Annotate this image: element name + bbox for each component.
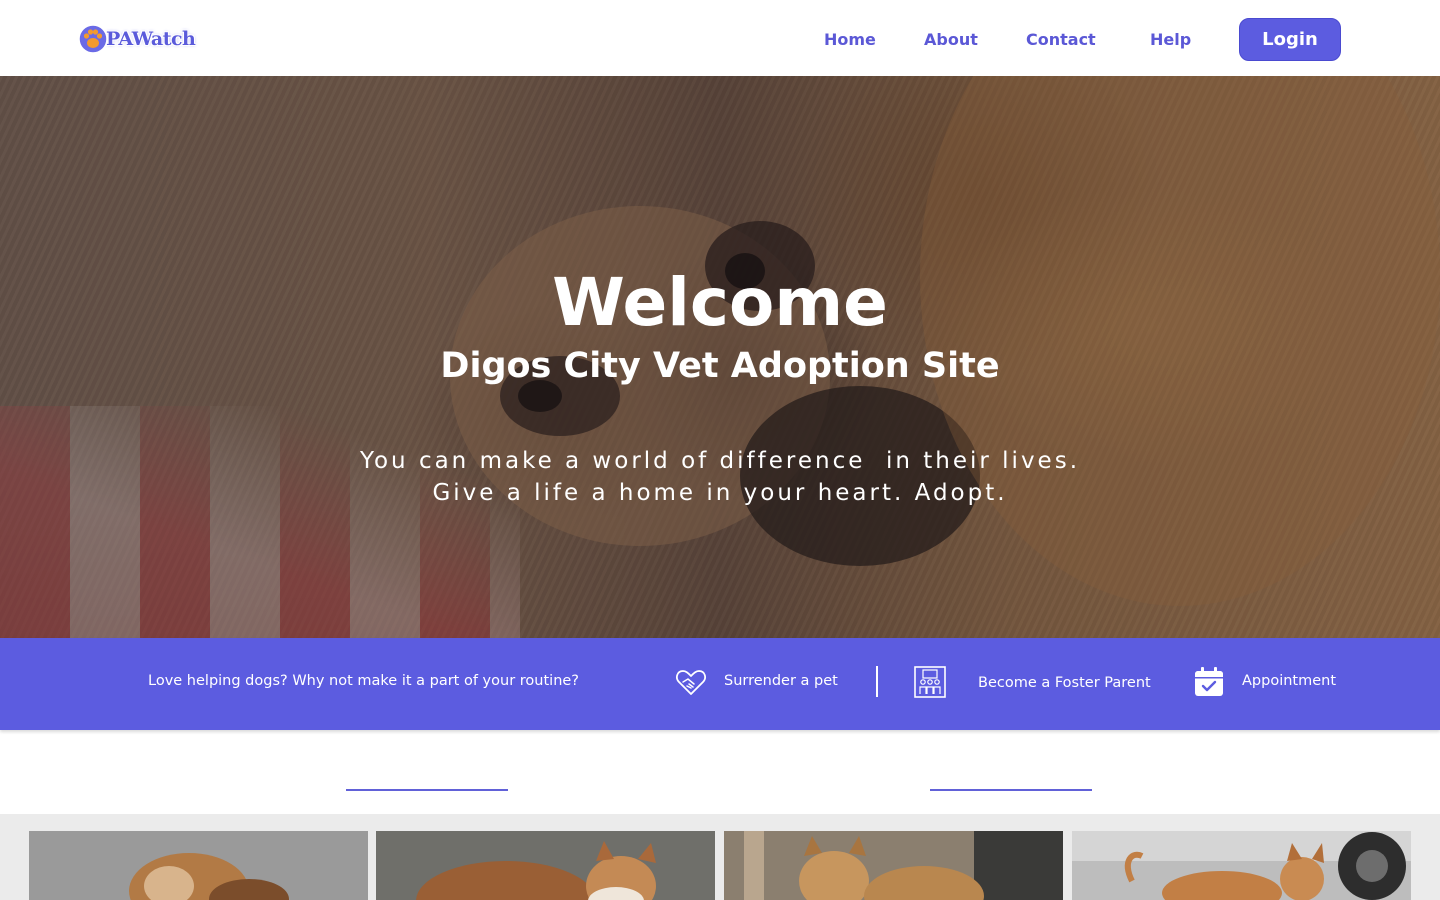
dog-photo <box>376 831 715 900</box>
handshake-heart-icon[interactable] <box>675 666 707 698</box>
hero-banner: Welcome Digos City Vet Adoption Site You… <box>0 76 1440 638</box>
dog-card[interactable] <box>29 831 368 900</box>
login-button[interactable]: Login <box>1239 18 1341 61</box>
calendar-check-icon[interactable] <box>1193 666 1225 698</box>
dog-photo <box>1072 831 1411 900</box>
foster-parent-link[interactable]: Become a Foster Parent <box>978 675 1151 691</box>
section-heading-underline-left <box>346 789 508 791</box>
dog-card[interactable] <box>376 831 715 900</box>
dog-card[interactable] <box>724 831 1063 900</box>
section-heading-underline-right <box>930 789 1092 791</box>
hero-subtitle: Digos City Vet Adoption Site <box>440 346 1000 386</box>
nav-home[interactable]: Home <box>824 30 876 49</box>
hero-tagline-line2: Give a life a home in your heart. Adopt. <box>432 480 1008 506</box>
hero-title: Welcome <box>552 264 888 341</box>
site-logo[interactable]: PAWatch <box>78 20 218 58</box>
nav-contact[interactable]: Contact <box>1026 30 1096 49</box>
nav-about[interactable]: About <box>924 30 978 49</box>
dog-card[interactable] <box>1072 831 1411 900</box>
appointment-link[interactable]: Appointment <box>1242 673 1336 689</box>
hero-tagline-line1: You can make a world of difference in th… <box>359 448 1080 474</box>
surrender-pet-link[interactable]: Surrender a pet <box>724 673 838 689</box>
cta-banner: Love helping dogs? Why not make it a par… <box>0 638 1440 730</box>
site-header: PAWatch Home About Contact Help Login <box>0 0 1440 76</box>
banner-text: Love helping dogs? Why not make it a par… <box>148 673 579 689</box>
paw-icon <box>78 24 108 54</box>
dog-photo <box>29 831 368 900</box>
banner-divider <box>876 666 878 697</box>
family-frame-icon[interactable] <box>914 666 946 698</box>
logo-text: PAWatch <box>106 28 196 50</box>
dog-photo <box>724 831 1063 900</box>
nav-help[interactable]: Help <box>1150 30 1191 49</box>
